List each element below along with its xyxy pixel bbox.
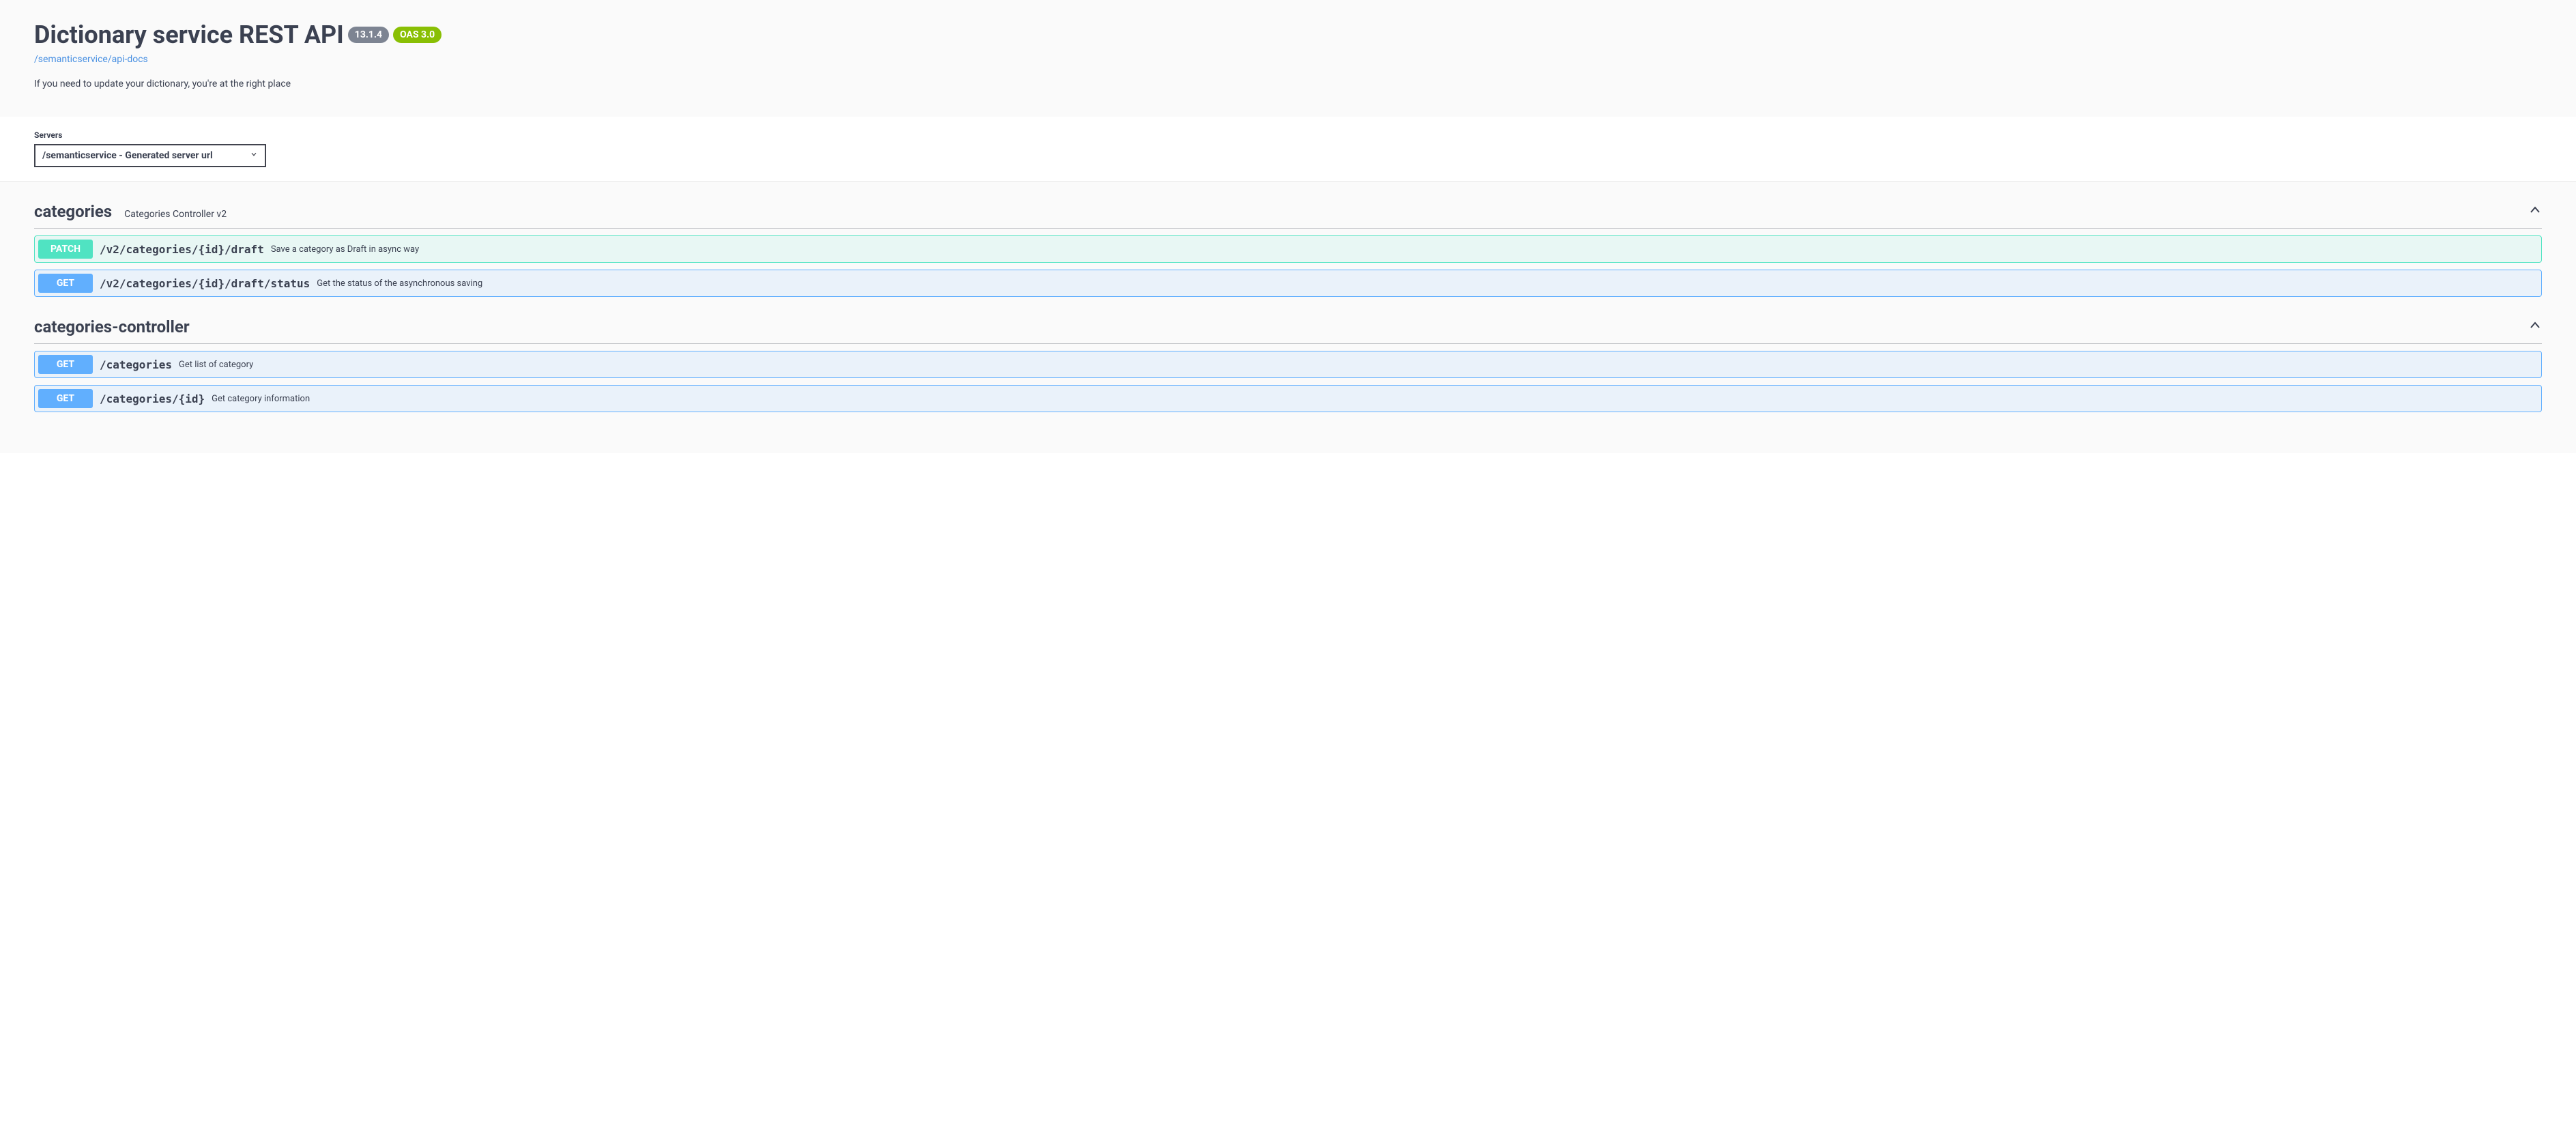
servers-section: Servers /semanticservice - Generated ser… (0, 117, 2576, 182)
tag-section-categories: categoriesCategories Controller v2PATCH/… (34, 195, 2542, 297)
method-badge: GET (38, 274, 93, 293)
operation-block[interactable]: GET/categories/{id} Get category informat… (34, 385, 2542, 412)
operation-path: /v2/categories/{id}/draft/status (100, 277, 310, 290)
servers-label: Servers (34, 130, 2542, 140)
chevron-down-icon (2531, 358, 2538, 371)
tag-header[interactable]: categories Categories Controller v2 (34, 195, 2542, 229)
tag-description: Categories Controller v2 (124, 209, 227, 220)
operation-left: PATCH/v2/categories/{id}/draft Save a cat… (38, 240, 419, 259)
operation-block[interactable]: GET/v2/categories/{id}/draft/status Get t… (34, 270, 2542, 297)
operation-path: /categories/{id} (100, 392, 205, 405)
main-content: categoriesCategories Controller v2PATCH/… (0, 182, 2576, 453)
operation-block[interactable]: GET/categories Get list of category (34, 351, 2542, 378)
operation-summary: Get category information (212, 394, 310, 404)
method-badge: GET (38, 355, 93, 374)
method-badge: GET (38, 389, 93, 408)
tag-name: categories-controller (34, 317, 190, 336)
operation-path: /v2/categories/{id}/draft (100, 243, 264, 256)
operation-path: /categories (100, 358, 172, 371)
tag-section-categories-controller: categories-controller GET/categories Get l… (34, 311, 2542, 412)
api-title: Dictionary service REST API (34, 20, 344, 49)
server-select[interactable]: /semanticservice - Generated server url (34, 144, 266, 167)
chevron-down-icon (2531, 392, 2538, 405)
title-row: Dictionary service REST API 13.1.4 OAS 3… (34, 20, 2542, 49)
tag-header[interactable]: categories-controller (34, 311, 2542, 344)
operation-left: GET/categories Get list of category (38, 355, 253, 374)
chevron-down-icon (2531, 277, 2538, 290)
tag-name: categories (34, 202, 112, 221)
server-selected-value: /semanticservice - Generated server url (42, 150, 213, 161)
api-docs-link[interactable]: /semanticservice/api-docs (34, 54, 148, 65)
chevron-down-icon (2531, 243, 2538, 256)
operation-summary: Save a category as Draft in async way (271, 244, 419, 255)
oas-badge: OAS 3.0 (393, 27, 442, 43)
tag-header-left: categories-controller (34, 317, 190, 336)
operation-left: GET/v2/categories/{id}/draft/status Get t… (38, 274, 482, 293)
operation-summary: Get list of category (179, 360, 253, 370)
operation-summary: Get the status of the asynchronous savin… (317, 278, 482, 289)
api-description: If you need to update your dictionary, y… (34, 78, 2542, 89)
tag-header-left: categories Categories Controller v2 (34, 202, 227, 221)
version-badge: 13.1.4 (348, 27, 389, 43)
chevron-up-icon (2528, 319, 2542, 335)
chevron-down-icon (250, 150, 258, 161)
operation-left: GET/categories/{id} Get category informat… (38, 389, 310, 408)
method-badge: PATCH (38, 240, 93, 259)
header-section: Dictionary service REST API 13.1.4 OAS 3… (0, 0, 2576, 117)
chevron-up-icon (2528, 203, 2542, 220)
operation-block[interactable]: PATCH/v2/categories/{id}/draft Save a cat… (34, 235, 2542, 263)
